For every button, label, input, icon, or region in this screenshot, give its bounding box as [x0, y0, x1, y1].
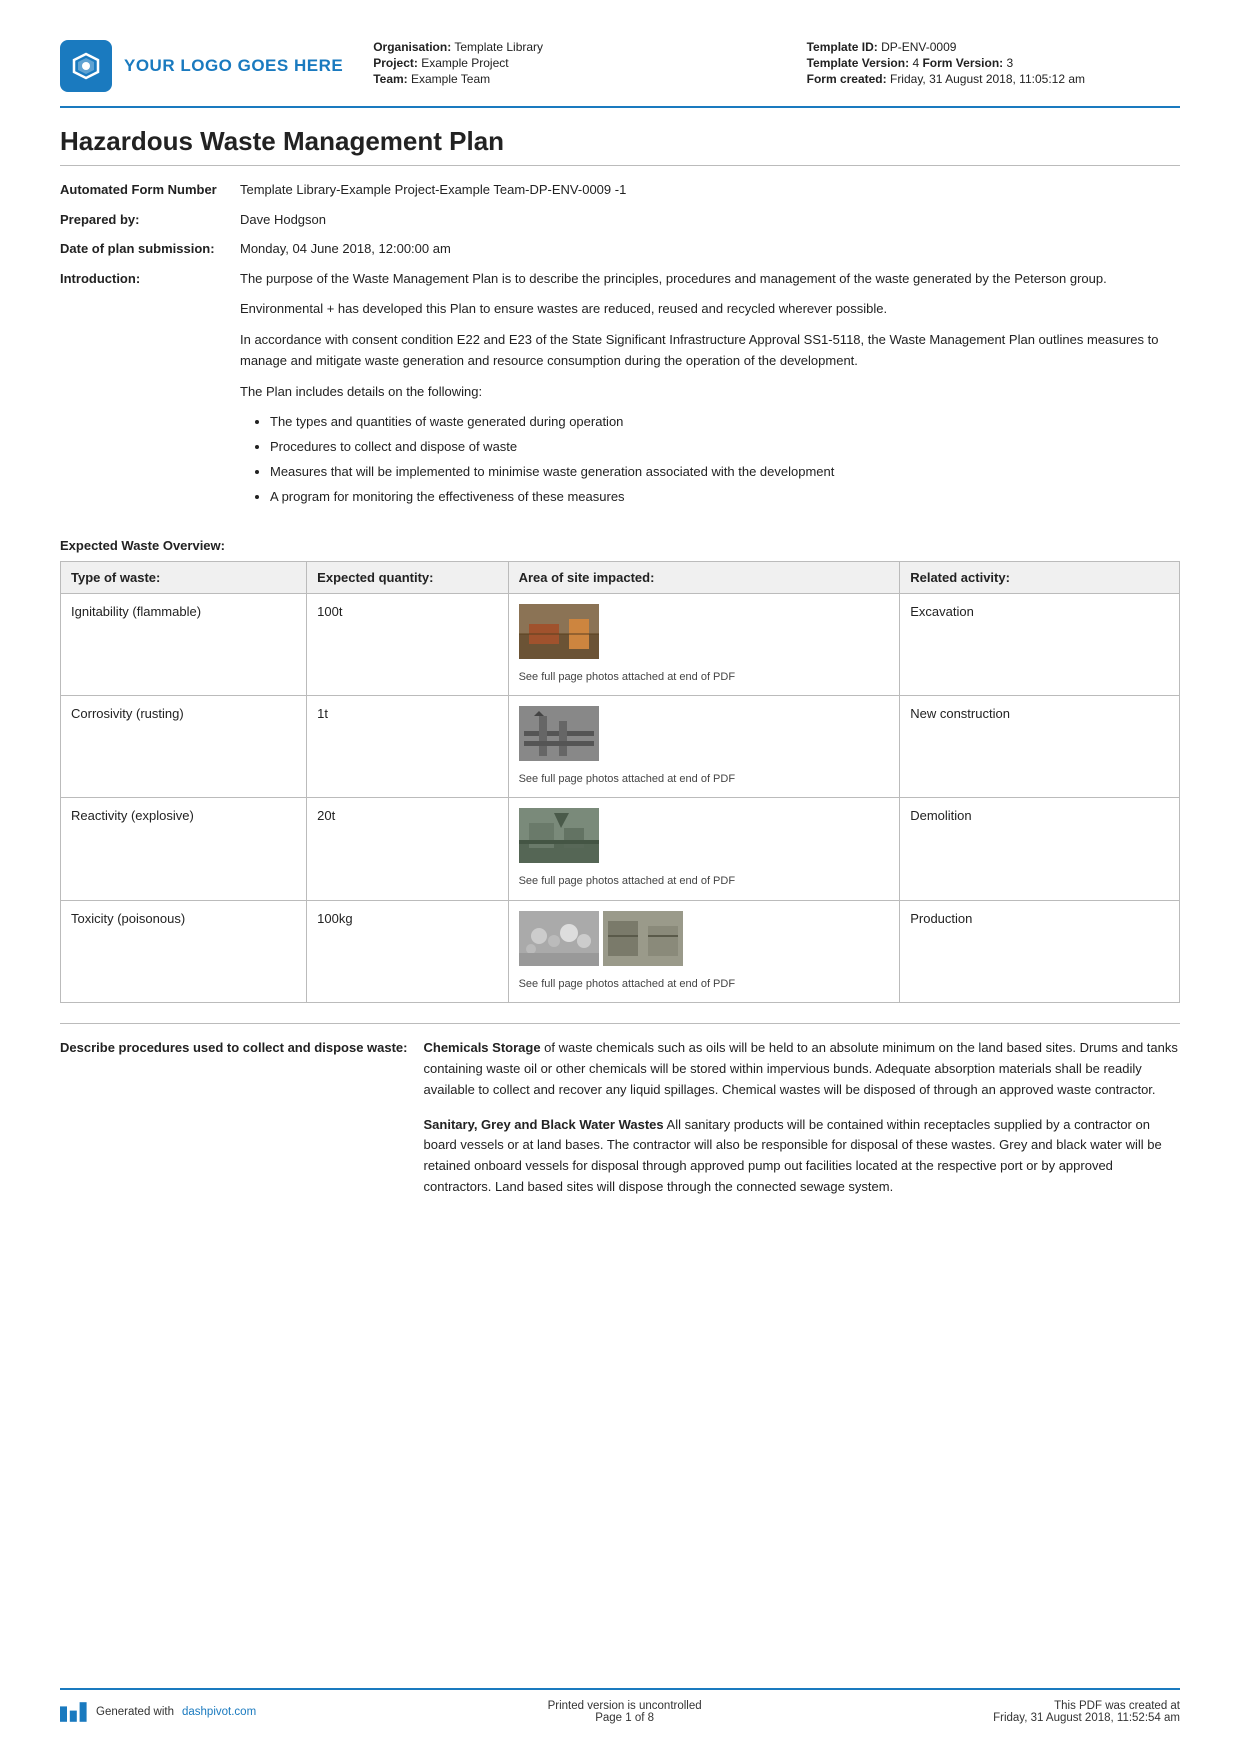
- header-meta: Organisation: Template Library Project: …: [373, 40, 1180, 92]
- bullet-4: A program for monitoring the effectivene…: [270, 487, 1180, 508]
- form-version-value: 3: [1007, 56, 1014, 70]
- table-row: Ignitability (flammable)100t See full pa…: [61, 593, 1180, 695]
- intro-para3: In accordance with consent condition E22…: [240, 330, 1180, 372]
- col-header-activity: Related activity:: [900, 561, 1180, 593]
- waste-type-cell: Ignitability (flammable): [61, 593, 307, 695]
- waste-photo-cell: See full page photos attached at end of …: [508, 593, 900, 695]
- form-number-row: Automated Form Number Template Library-E…: [60, 180, 1180, 200]
- date-label: Date of plan submission:: [60, 239, 240, 259]
- footer-site-link[interactable]: dashpivot.com: [182, 1706, 256, 1718]
- photo-image: [519, 604, 599, 662]
- waste-qty-cell: 100t: [307, 593, 508, 695]
- template-version-label: Template Version:: [807, 56, 909, 70]
- photo-image: [519, 808, 599, 866]
- photo-caption: See full page photos attached at end of …: [519, 670, 890, 685]
- photo-caption: See full page photos attached at end of …: [519, 874, 890, 889]
- describe-para1: Chemicals Storage of waste chemicals suc…: [424, 1038, 1181, 1100]
- prepared-by-label: Prepared by:: [60, 210, 240, 230]
- template-id-value: DP-ENV-0009: [881, 40, 956, 54]
- intro-para4: The Plan includes details on the followi…: [240, 382, 1180, 403]
- table-row: Toxicity (poisonous)100kg See full page …: [61, 900, 1180, 1002]
- team-value: Example Team: [411, 72, 490, 86]
- waste-photo-cell: See full page photos attached at end of …: [508, 900, 900, 1002]
- footer-right: This PDF was created at Friday, 31 Augus…: [993, 1700, 1180, 1724]
- waste-activity-cell: New construction: [900, 696, 1180, 798]
- date-row: Date of plan submission: Monday, 04 June…: [60, 239, 1180, 259]
- col-header-type: Type of waste:: [61, 561, 307, 593]
- col-header-qty: Expected quantity:: [307, 561, 508, 593]
- form-created-label: Form created:: [807, 72, 887, 86]
- introduction-content: The purpose of the Waste Management Plan…: [240, 269, 1180, 522]
- logo-text: YOUR LOGO GOES HERE: [124, 56, 343, 76]
- bullet-2: Procedures to collect and dispose of was…: [270, 437, 1180, 458]
- photo-image: [519, 706, 599, 764]
- photo-caption: See full page photos attached at end of …: [519, 977, 890, 992]
- intro-bullets: The types and quantities of waste genera…: [240, 412, 1180, 507]
- bullet-1: The types and quantities of waste genera…: [270, 412, 1180, 433]
- intro-para1: The purpose of the Waste Management Plan…: [240, 269, 1180, 290]
- footer-logo-icon: [60, 1702, 88, 1722]
- introduction-label: Introduction:: [60, 269, 240, 289]
- form-fields: Automated Form Number Template Library-E…: [60, 180, 1180, 522]
- footer-uncontrolled: Printed version is uncontrolled: [548, 1700, 702, 1712]
- header-meta-left: Organisation: Template Library Project: …: [373, 40, 746, 88]
- introduction-row: Introduction: The purpose of the Waste M…: [60, 269, 1180, 522]
- header-meta-right: Template ID: DP-ENV-0009 Template Versio…: [807, 40, 1180, 88]
- doc-title: Hazardous Waste Management Plan: [60, 126, 1180, 166]
- logo-area: YOUR LOGO GOES HERE: [60, 40, 343, 92]
- describe-content: Chemicals Storage of waste chemicals suc…: [424, 1038, 1181, 1212]
- team-label: Team:: [373, 72, 407, 86]
- photo-image: [519, 911, 599, 969]
- footer-center: Printed version is uncontrolled Page 1 o…: [548, 1700, 702, 1724]
- waste-type-cell: Corrosivity (rusting): [61, 696, 307, 798]
- template-version-value: 4: [912, 56, 919, 70]
- waste-qty-cell: 100kg: [307, 900, 508, 1002]
- photo-image-2: [603, 911, 683, 969]
- waste-overview-heading: Expected Waste Overview:: [60, 538, 1180, 553]
- footer-generated-text: Generated with: [96, 1706, 174, 1718]
- waste-activity-cell: Production: [900, 900, 1180, 1002]
- footer-page: Page 1 of 8: [548, 1712, 702, 1724]
- waste-qty-cell: 20t: [307, 798, 508, 900]
- waste-qty-cell: 1t: [307, 696, 508, 798]
- col-header-area: Area of site impacted:: [508, 561, 900, 593]
- prepared-by-value: Dave Hodgson: [240, 210, 1180, 230]
- waste-type-cell: Toxicity (poisonous): [61, 900, 307, 1002]
- logo-icon: [60, 40, 112, 92]
- table-row: Reactivity (explosive)20t See full page …: [61, 798, 1180, 900]
- intro-para2: Environmental + has developed this Plan …: [240, 299, 1180, 320]
- describe-section: Describe procedures used to collect and …: [60, 1023, 1180, 1212]
- date-value: Monday, 04 June 2018, 12:00:00 am: [240, 239, 1180, 259]
- footer-logo-area: Generated with dashpivot.com: [60, 1702, 256, 1722]
- waste-table: Type of waste: Expected quantity: Area o…: [60, 561, 1180, 1004]
- chemicals-storage-bold: Chemicals Storage: [424, 1040, 541, 1055]
- header: YOUR LOGO GOES HERE Organisation: Templa…: [60, 40, 1180, 108]
- waste-activity-cell: Excavation: [900, 593, 1180, 695]
- template-id-label: Template ID:: [807, 40, 878, 54]
- form-version-label: Form Version:: [922, 56, 1003, 70]
- describe-label: Describe procedures used to collect and …: [60, 1038, 424, 1212]
- project-value: Example Project: [421, 56, 508, 70]
- photo-caption: See full page photos attached at end of …: [519, 772, 890, 787]
- waste-photo-cell: See full page photos attached at end of …: [508, 798, 900, 900]
- form-number-label: Automated Form Number: [60, 180, 240, 200]
- bullet-3: Measures that will be implemented to min…: [270, 462, 1180, 483]
- footer-pdf-created-text: This PDF was created at: [993, 1700, 1180, 1712]
- form-number-value: Template Library-Example Project-Example…: [240, 180, 1180, 200]
- page: YOUR LOGO GOES HERE Organisation: Templa…: [0, 0, 1240, 1754]
- org-value: Template Library: [454, 40, 543, 54]
- describe-para2: Sanitary, Grey and Black Water Wastes Al…: [424, 1115, 1181, 1198]
- footer: Generated with dashpivot.com Printed ver…: [60, 1688, 1180, 1724]
- waste-activity-cell: Demolition: [900, 798, 1180, 900]
- org-label: Organisation:: [373, 40, 451, 54]
- prepared-by-row: Prepared by: Dave Hodgson: [60, 210, 1180, 230]
- waste-type-cell: Reactivity (explosive): [61, 798, 307, 900]
- form-created-value: Friday, 31 August 2018, 11:05:12 am: [890, 72, 1085, 86]
- project-label: Project:: [373, 56, 418, 70]
- waste-photo-cell: See full page photos attached at end of …: [508, 696, 900, 798]
- footer-pdf-created-date: Friday, 31 August 2018, 11:52:54 am: [993, 1712, 1180, 1724]
- table-row: Corrosivity (rusting)1t See full page ph…: [61, 696, 1180, 798]
- sanitary-bold: Sanitary, Grey and Black Water Wastes: [424, 1117, 664, 1132]
